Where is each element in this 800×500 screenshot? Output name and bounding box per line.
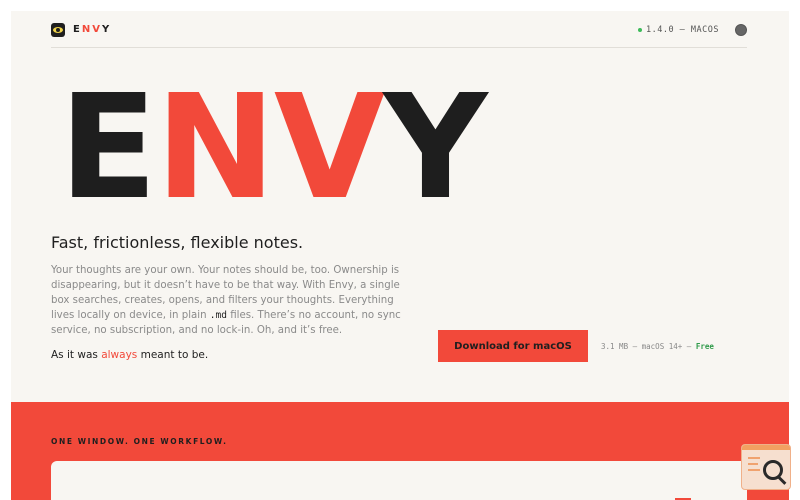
top-bar: ENVY 1.4.0 — MACOS — [51, 23, 747, 48]
theme-toggle-icon[interactable] — [735, 24, 747, 36]
hero-letter-e: E — [59, 63, 157, 231]
hero-description: Your thoughts are your own. Your notes s… — [51, 263, 401, 338]
magnifier-handle — [777, 476, 787, 485]
landing-page: ENVY 1.4.0 — MACOS ENVY Fast, frictionle… — [11, 11, 789, 500]
md-extension-code: .md — [209, 310, 227, 321]
brand-letter-y: Y — [101, 24, 112, 35]
magnifier-badge-icon[interactable] — [741, 444, 791, 490]
hero-wordmark: ENVY — [59, 75, 488, 219]
brand-letter-n: N — [81, 24, 93, 35]
badge-title-bar — [742, 445, 790, 450]
closing-line: As it was always meant to be. — [51, 349, 208, 361]
eye-icon-pupil — [56, 28, 60, 32]
brand-letter-v: V — [92, 24, 102, 35]
version-text: 1.4.0 — MACOS — [645, 25, 719, 35]
download-macos-button[interactable]: Download for macOS — [438, 330, 588, 362]
hero-letter-y: Y — [383, 63, 487, 231]
badge-line — [748, 457, 760, 459]
brand-letter-e: E — [73, 24, 82, 35]
closing-highlight: always — [101, 349, 138, 361]
price-free: Free — [695, 342, 714, 351]
hero-letter-n: N — [155, 63, 276, 231]
hero-tagline: Fast, frictionless, flexible notes. — [51, 233, 304, 252]
download-meta: 3.1 MB — macOS 14+ — Free — [601, 342, 714, 351]
closing-post: meant to be. — [137, 349, 209, 361]
closing-pre: As it was — [51, 349, 102, 361]
workflow-preview-card — [51, 461, 747, 500]
section-label: ONE WINDOW. ONE WORKFLOW. — [51, 437, 228, 446]
brand-name[interactable]: ENVY — [73, 24, 111, 35]
eye-logo-icon[interactable] — [51, 23, 65, 37]
hero-letter-v: V — [273, 63, 385, 231]
badge-line — [748, 469, 760, 471]
workflow-section: ONE WINDOW. ONE WORKFLOW. — [11, 402, 789, 500]
status-dot-icon — [637, 27, 642, 32]
download-size-info: 3.1 MB — macOS 14+ — — [601, 342, 696, 351]
badge-line — [748, 463, 758, 465]
version-label: 1.4.0 — MACOS — [637, 25, 719, 35]
